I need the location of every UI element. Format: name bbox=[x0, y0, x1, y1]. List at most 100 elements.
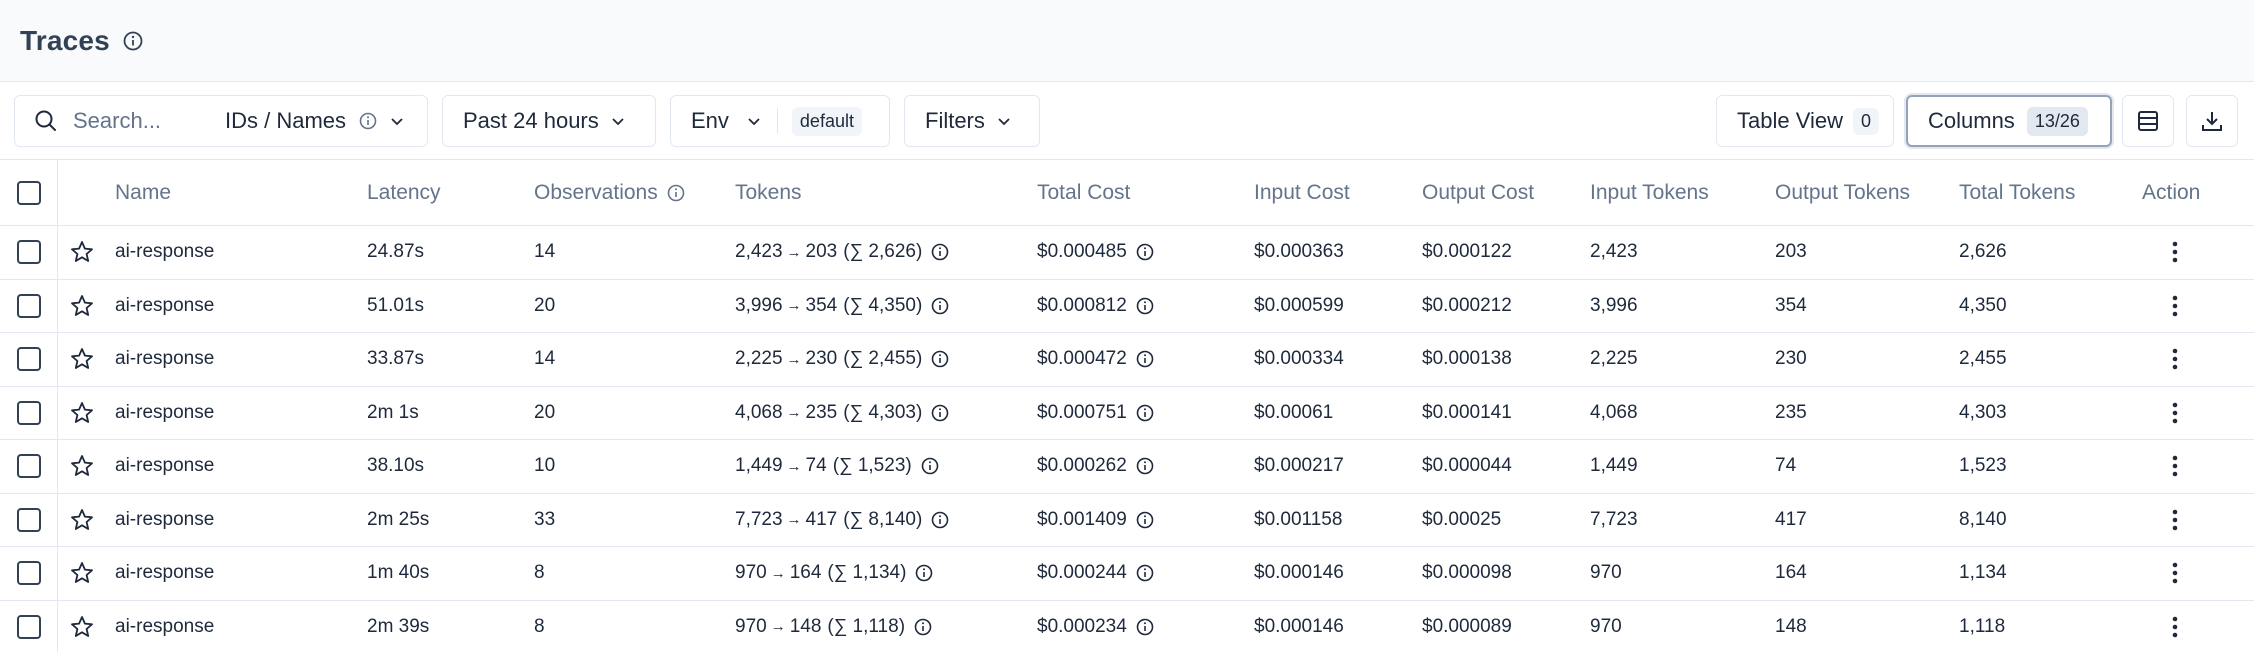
search-icon bbox=[33, 108, 59, 134]
select-all-checkbox[interactable] bbox=[16, 180, 41, 205]
column-header-latency[interactable]: Latency bbox=[367, 160, 441, 226]
trace-name[interactable]: ai-response bbox=[115, 601, 214, 652]
more-vertical-icon[interactable] bbox=[2160, 333, 2190, 386]
row-checkbox[interactable] bbox=[16, 293, 41, 318]
table-row[interactable]: ai-response 1m 40s 8 970 → 164 (∑ 1,134)… bbox=[0, 547, 2254, 601]
info-icon[interactable] bbox=[930, 349, 950, 369]
info-icon[interactable] bbox=[930, 296, 950, 316]
row-checkbox[interactable] bbox=[16, 614, 41, 639]
observations-value: 8 bbox=[534, 562, 545, 584]
star-icon[interactable] bbox=[64, 387, 100, 440]
info-icon[interactable] bbox=[930, 510, 950, 530]
columns-button[interactable]: Columns 13/26 bbox=[1906, 95, 2112, 147]
trace-name[interactable]: ai-response bbox=[115, 333, 214, 386]
column-header-output-tokens[interactable]: Output Tokens bbox=[1775, 160, 1910, 226]
output-cost-value: $0.000044 bbox=[1422, 455, 1512, 477]
star-icon[interactable] bbox=[64, 547, 100, 600]
trace-name[interactable]: ai-response bbox=[115, 280, 214, 333]
table-row[interactable]: ai-response 33.87s 14 2,225 → 230 (∑ 2,4… bbox=[0, 333, 2254, 387]
info-icon[interactable] bbox=[666, 183, 686, 203]
info-icon[interactable] bbox=[913, 617, 933, 637]
info-icon[interactable] bbox=[1135, 242, 1155, 262]
more-vertical-icon[interactable] bbox=[2160, 280, 2190, 333]
environment-select[interactable]: Env default bbox=[670, 95, 890, 147]
column-header-name[interactable]: Name bbox=[115, 160, 171, 226]
info-icon[interactable] bbox=[914, 563, 934, 583]
tokens-sum: (∑ 2,455) bbox=[843, 348, 923, 370]
column-header-observations[interactable]: Observations bbox=[534, 160, 686, 226]
trace-name[interactable]: ai-response bbox=[115, 494, 214, 547]
download-button[interactable] bbox=[2186, 95, 2238, 147]
total-cost-text: $0.000812 bbox=[1037, 294, 1127, 316]
row-checkbox[interactable] bbox=[16, 347, 41, 372]
total-cost-value: $0.000485 bbox=[1037, 226, 1155, 279]
tokens-summary: 7,723 → 417 (∑ 8,140) bbox=[735, 494, 950, 547]
info-icon[interactable] bbox=[1135, 349, 1155, 369]
info-icon[interactable] bbox=[930, 403, 950, 423]
info-icon[interactable] bbox=[1135, 510, 1155, 530]
chevron-down-icon[interactable] bbox=[388, 112, 406, 130]
table-row[interactable]: ai-response 2m 25s 33 7,723 → 417 (∑ 8,1… bbox=[0, 493, 2254, 547]
star-icon[interactable] bbox=[64, 333, 100, 386]
star-icon[interactable] bbox=[64, 280, 100, 333]
column-header-output-cost[interactable]: Output Cost bbox=[1422, 160, 1534, 226]
info-icon[interactable] bbox=[1135, 617, 1155, 637]
info-icon[interactable] bbox=[1135, 563, 1155, 583]
star-icon[interactable] bbox=[64, 494, 100, 547]
columns-label: Columns bbox=[1928, 108, 2015, 133]
row-select-cell bbox=[0, 493, 58, 546]
more-vertical-icon[interactable] bbox=[2160, 387, 2190, 440]
info-icon[interactable] bbox=[930, 242, 950, 262]
table-row[interactable]: ai-response 2m 39s 8 970 → 148 (∑ 1,118)… bbox=[0, 600, 2254, 652]
column-header-total-tokens[interactable]: Total Tokens bbox=[1959, 160, 2075, 226]
total-cost-text: $0.000234 bbox=[1037, 615, 1127, 637]
tokens-sum: (∑ 1,523) bbox=[832, 455, 912, 477]
more-vertical-icon[interactable] bbox=[2160, 226, 2190, 279]
star-icon[interactable] bbox=[64, 226, 100, 279]
tokens-sum: (∑ 2,626) bbox=[843, 241, 923, 263]
row-density-button[interactable] bbox=[2122, 95, 2174, 147]
filters-button[interactable]: Filters bbox=[904, 95, 1040, 147]
info-icon[interactable] bbox=[920, 456, 940, 476]
trace-name[interactable]: ai-response bbox=[115, 387, 214, 440]
more-vertical-icon[interactable] bbox=[2160, 440, 2190, 493]
trace-name[interactable]: ai-response bbox=[115, 440, 214, 493]
tokens-summary: 970 → 164 (∑ 1,134) bbox=[735, 547, 934, 600]
row-checkbox[interactable] bbox=[16, 400, 41, 425]
total-cost-text: $0.000485 bbox=[1037, 241, 1127, 263]
table-row[interactable]: ai-response 24.87s 14 2,423 → 203 (∑ 2,6… bbox=[0, 226, 2254, 280]
column-header-tokens[interactable]: Tokens bbox=[735, 160, 802, 226]
observations-value: 20 bbox=[534, 294, 556, 316]
info-icon[interactable] bbox=[358, 111, 378, 131]
observations-value: 20 bbox=[534, 401, 556, 423]
column-header-input-tokens[interactable]: Input Tokens bbox=[1590, 160, 1709, 226]
output-tokens-value: 74 bbox=[1775, 455, 1797, 477]
search-bar[interactable]: Search... IDs / Names bbox=[14, 95, 428, 147]
trace-name[interactable]: ai-response bbox=[115, 226, 214, 279]
row-checkbox[interactable] bbox=[16, 454, 41, 479]
column-header-total-cost[interactable]: Total Cost bbox=[1037, 160, 1130, 226]
column-header-input-cost[interactable]: Input Cost bbox=[1254, 160, 1350, 226]
more-vertical-icon[interactable] bbox=[2160, 494, 2190, 547]
info-icon[interactable] bbox=[122, 30, 144, 52]
info-icon[interactable] bbox=[1135, 403, 1155, 423]
star-icon[interactable] bbox=[64, 601, 100, 652]
info-icon[interactable] bbox=[1135, 456, 1155, 476]
search-input[interactable]: Search... bbox=[73, 108, 213, 134]
table-row[interactable]: ai-response 51.01s 20 3,996 → 354 (∑ 4,3… bbox=[0, 279, 2254, 333]
table-view-button[interactable]: Table View 0 bbox=[1716, 95, 1894, 147]
star-icon[interactable] bbox=[64, 440, 100, 493]
tokens-summary: 2,225 → 230 (∑ 2,455) bbox=[735, 333, 950, 386]
more-vertical-icon[interactable] bbox=[2160, 547, 2190, 600]
time-range-select[interactable]: Past 24 hours bbox=[442, 95, 656, 147]
output-tokens-value: 354 bbox=[1775, 294, 1807, 316]
row-checkbox[interactable] bbox=[16, 507, 41, 532]
trace-name[interactable]: ai-response bbox=[115, 547, 214, 600]
row-checkbox[interactable] bbox=[16, 561, 41, 586]
row-checkbox[interactable] bbox=[16, 240, 41, 265]
table-row[interactable]: ai-response 2m 1s 20 4,068 → 235 (∑ 4,30… bbox=[0, 386, 2254, 440]
more-vertical-icon[interactable] bbox=[2160, 601, 2190, 652]
info-icon[interactable] bbox=[1135, 296, 1155, 316]
search-mode-label[interactable]: IDs / Names bbox=[225, 108, 346, 134]
table-row[interactable]: ai-response 38.10s 10 1,449 → 74 (∑ 1,52… bbox=[0, 440, 2254, 494]
